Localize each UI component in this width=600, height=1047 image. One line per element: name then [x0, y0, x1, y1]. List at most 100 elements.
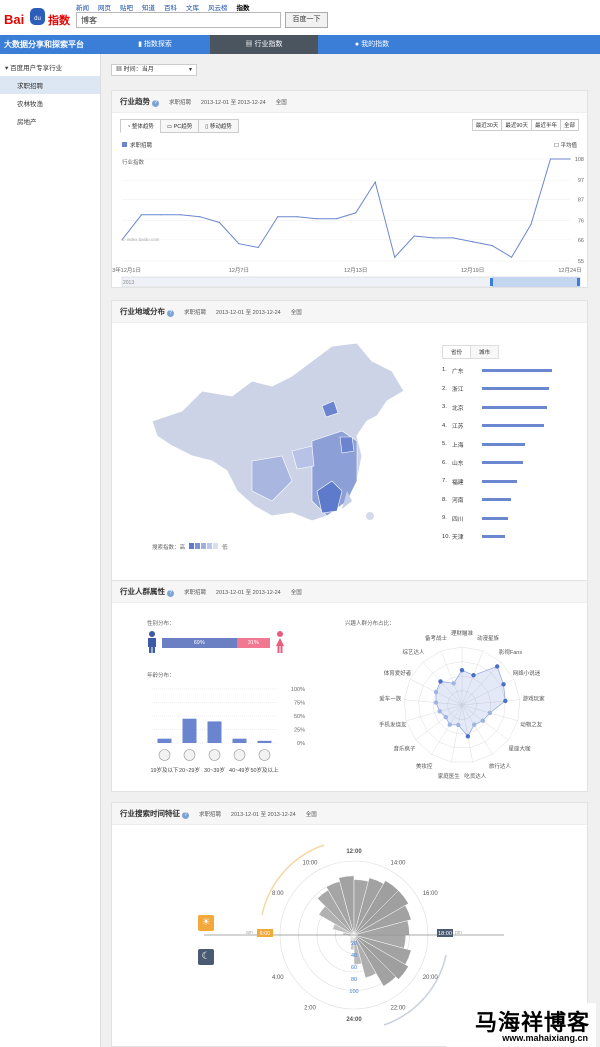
- topnav-web[interactable]: 网页: [98, 2, 111, 12]
- time-select[interactable]: ▦ 时间：当月 ▾: [111, 64, 197, 76]
- help-icon[interactable]: ?: [182, 812, 189, 819]
- data-point: [140, 214, 143, 216]
- search-button[interactable]: 百度一下: [285, 12, 328, 28]
- data-point: [199, 216, 201, 218]
- range-half-year[interactable]: 最近半年: [530, 119, 561, 131]
- radar-category-label: 家庭医生: [438, 772, 461, 780]
- tab-index-explore[interactable]: ▮ 指数探索: [101, 35, 209, 54]
- radar-category-label: 网络小说迷: [513, 669, 541, 677]
- rank-row[interactable]: 8. 河南: [442, 495, 512, 505]
- average-toggle[interactable]: ☐ 平均值: [554, 141, 577, 149]
- radar-category-label: 影视Fans: [499, 648, 522, 656]
- rank-number: 4.: [442, 422, 447, 429]
- tab-overall-trend[interactable]: ◔ 整体趋势: [120, 119, 161, 133]
- range-30d[interactable]: 最近30天: [471, 119, 503, 131]
- trend-title: 行业趋势: [120, 97, 150, 106]
- gender-label: 性别分布：: [147, 621, 175, 627]
- rank-bar: [482, 516, 508, 520]
- tab-province[interactable]: 省份: [442, 345, 472, 359]
- tab-label: 整体趋势: [131, 124, 154, 130]
- topnav-news[interactable]: 新闻: [76, 2, 89, 12]
- topnav-baike[interactable]: 百科: [164, 2, 177, 12]
- hour-tick-label: 22:00: [390, 1006, 406, 1012]
- tab-pc-trend[interactable]: ▭ PC趋势: [159, 119, 200, 133]
- rank-bar: [482, 498, 512, 501]
- data-point: [335, 218, 337, 220]
- top-bar: Bai du 指数 新闻 网页 贴吧 知道 百科 文库 风云榜 指数 百度一下: [0, 0, 600, 36]
- help-icon[interactable]: ?: [167, 590, 174, 597]
- rank-row[interactable]: 7. 福建: [442, 476, 517, 486]
- rank-bar: [482, 535, 506, 538]
- help-icon[interactable]: ?: [152, 100, 159, 107]
- legend-label: 求职招聘: [130, 143, 153, 149]
- time-meta-date: 2013-12-01 至 2013-12-24: [230, 812, 296, 818]
- region-panel-head: 行业地域分布? 求职招聘 2013-12-01 至 2013-12-24 全国: [112, 301, 587, 323]
- scale-high-label: 搜索指数：高: [152, 545, 186, 551]
- am-label: am: [246, 930, 253, 936]
- tab-industry-index[interactable]: ▦ 行业指数: [210, 35, 318, 54]
- topnav-zhidao[interactable]: 知道: [142, 2, 155, 12]
- crowd-meta-industry: 求职招聘: [183, 590, 206, 596]
- rank-row[interactable]: 10. 天津: [442, 532, 506, 542]
- china-map[interactable]: [142, 341, 412, 541]
- sidebar-item-agriculture[interactable]: 农林牧渔: [0, 94, 100, 112]
- tab-my-index[interactable]: ● 我的指数: [318, 35, 426, 54]
- sidebar-group-label: 百度用户专享行业: [10, 65, 63, 72]
- range-all[interactable]: 全部: [559, 119, 579, 131]
- radar-point: [480, 718, 486, 723]
- rank-row[interactable]: 9. 四川: [442, 513, 508, 523]
- trend-meta-region: 全国: [275, 100, 287, 106]
- y-tick-label: 97: [578, 178, 584, 184]
- topnav-wenku[interactable]: 文库: [186, 2, 199, 12]
- pm-label: pm: [455, 930, 462, 936]
- radar-point: [447, 722, 452, 727]
- region-panel: 行业地域分布? 求职招聘 2013-12-01 至 2013-12-24 全国 …: [111, 300, 588, 620]
- main-navbar: 大数据分享和探索平台 ▮ 指数探索 ▦ 行业指数 ● 我的指数: [0, 35, 600, 54]
- radar-category-label: 体育爱好者: [384, 669, 412, 677]
- rank-row[interactable]: 4. 江苏: [442, 421, 544, 431]
- time-title: 行业搜索时间特征: [120, 809, 180, 818]
- trend-meta-date: 2013-12-01 至 2013-12-24: [200, 100, 266, 106]
- hour-tick-label: 24:00: [346, 1017, 362, 1023]
- help-icon[interactable]: ?: [167, 310, 174, 317]
- sidebar-item-jobs[interactable]: 求职招聘: [0, 76, 100, 94]
- baidu-index-logo[interactable]: Bai du 指数: [4, 6, 74, 28]
- tab-mobile-trend[interactable]: ▯ 移动趋势: [198, 119, 239, 133]
- radar-category-label: 音乐疯子: [394, 744, 417, 752]
- trend-tabs: ◔ 整体趋势 ▭ PC趋势 ▯ 移动趋势: [120, 119, 239, 133]
- radar-category-label: 动漫星族: [477, 634, 500, 642]
- age-category-label: 50岁及以上: [250, 766, 279, 774]
- radar-point: [487, 710, 493, 716]
- region-meta-date: 2013-12-01 至 2013-12-24: [215, 310, 281, 316]
- age-bar: [232, 738, 247, 743]
- rank-bar: [482, 442, 526, 446]
- time-select-value: 当月: [141, 67, 154, 73]
- data-point: [277, 216, 279, 218]
- trend-legend[interactable]: 求职招聘: [122, 141, 152, 149]
- rank-row[interactable]: 3. 北京: [442, 402, 548, 412]
- y-tick-label: 50%: [294, 714, 305, 720]
- topnav-fengyunbang[interactable]: 风云榜: [208, 2, 228, 12]
- rank-row[interactable]: 1. 广东: [442, 365, 552, 375]
- rank-row[interactable]: 2. 浙江: [442, 384, 549, 394]
- rank-row[interactable]: 5. 上海: [442, 439, 526, 449]
- y-tick-label: 76: [578, 219, 584, 225]
- data-point: [257, 246, 259, 249]
- range-90d[interactable]: 最近90天: [501, 119, 532, 131]
- sidebar-item-realestate[interactable]: 房地产: [0, 112, 100, 130]
- radial-value-label: 60: [351, 965, 357, 971]
- rank-province-name: 江苏: [452, 424, 464, 430]
- topnav-tieba[interactable]: 贴吧: [120, 2, 133, 12]
- tab-city[interactable]: 城市: [470, 345, 500, 359]
- sidebar-group[interactable]: ▾ 百度用户专享行业: [0, 54, 100, 72]
- age-category-label: 20~29岁: [179, 766, 200, 774]
- day-arc: [261, 844, 325, 916]
- search-input[interactable]: [76, 12, 281, 28]
- rank-number: 10.: [442, 533, 451, 540]
- male-icon: [147, 631, 157, 655]
- rank-row[interactable]: 6. 山东: [442, 458, 523, 468]
- scale-low-label: 低: [222, 545, 228, 551]
- time-select-label: 时间：: [123, 67, 142, 73]
- topnav-zhishu[interactable]: 指数: [237, 2, 250, 12]
- data-point: [238, 243, 240, 245]
